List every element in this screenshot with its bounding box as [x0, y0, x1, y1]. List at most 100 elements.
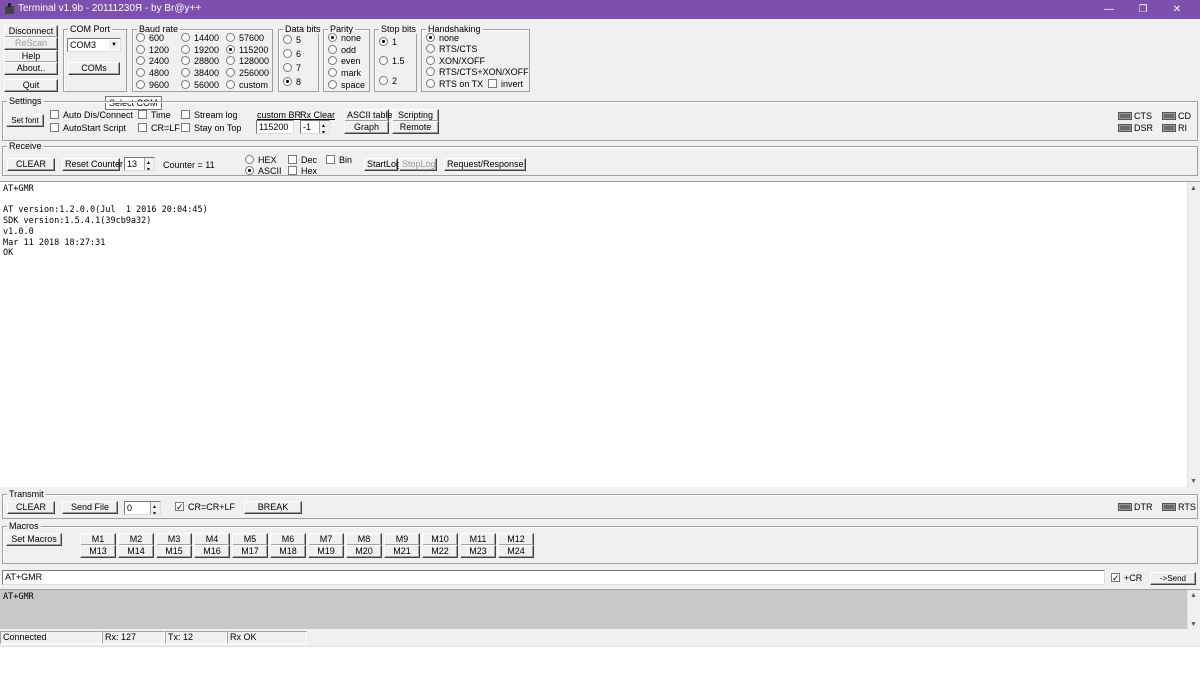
send-file-button[interactable]: Send File: [62, 501, 118, 514]
autostart-script-checkbox[interactable]: AutoStart Script: [50, 123, 126, 133]
stay-on-top-checkbox[interactable]: Stay on Top: [181, 123, 241, 133]
startlog-button[interactable]: StartLog: [364, 158, 401, 171]
hex-radio[interactable]: HEX: [245, 155, 277, 165]
set-font-button[interactable]: Set font: [6, 114, 44, 127]
cr-crlf-checkbox[interactable]: CR=CR+LF: [175, 502, 235, 512]
baud-56000[interactable]: 56000: [181, 80, 219, 90]
macro-button-m20[interactable]: M20: [346, 545, 382, 558]
ascii-radio[interactable]: ASCII: [245, 166, 282, 176]
receive-clear-button[interactable]: CLEAR: [7, 158, 55, 171]
macro-button-m19[interactable]: M19: [308, 545, 344, 558]
command-input[interactable]: AT+GMR: [2, 570, 1105, 585]
macro-button-m15[interactable]: M15: [156, 545, 192, 558]
invert-checkbox[interactable]: invert: [488, 79, 523, 89]
parity-space[interactable]: space: [328, 80, 365, 90]
cr-lf-checkbox[interactable]: CR=LF: [138, 123, 180, 133]
stopbits-2[interactable]: 2: [379, 76, 397, 86]
handshake-none[interactable]: none: [426, 33, 459, 43]
macro-button-m16[interactable]: M16: [194, 545, 230, 558]
radio-selected-icon: [245, 166, 254, 175]
baud-38400[interactable]: 38400: [181, 68, 219, 78]
chevron-down-icon[interactable]: ▼: [109, 40, 119, 50]
graph-button[interactable]: Graph: [344, 121, 389, 134]
spinner-arrows-icon[interactable]: [144, 158, 154, 170]
baud-14400[interactable]: 14400: [181, 33, 219, 43]
macro-button-m24[interactable]: M24: [498, 545, 534, 558]
macro-button-m13[interactable]: M13: [80, 545, 116, 558]
baud-19200[interactable]: 19200: [181, 45, 219, 55]
baud-4800[interactable]: 4800: [136, 68, 169, 78]
auto-dis-connect-checkbox[interactable]: Auto Dis/Connect: [50, 110, 133, 120]
macro-button-m23[interactable]: M23: [460, 545, 496, 558]
com-port-select[interactable]: COM3 ▼: [67, 38, 121, 52]
handshake-rts-cts[interactable]: RTS/CTS: [426, 44, 477, 54]
scroll-up-icon[interactable]: ▲: [1190, 185, 1197, 192]
macro-button-m18[interactable]: M18: [270, 545, 306, 558]
macro-button-m17[interactable]: M17: [232, 545, 268, 558]
stoplog-button[interactable]: StopLog: [399, 158, 437, 171]
databits-7[interactable]: 7: [283, 63, 301, 73]
close-button[interactable]: ✕: [1160, 0, 1194, 19]
parity-mark[interactable]: mark: [328, 68, 361, 78]
receive-scrollbar[interactable]: ▲ ▼: [1187, 182, 1200, 488]
handshake-xon-xoff[interactable]: XON/XOFF: [426, 56, 485, 66]
databits-5[interactable]: 5: [283, 35, 301, 45]
transmit-spinner[interactable]: 0: [124, 501, 161, 515]
spinner-arrows-icon[interactable]: [319, 121, 329, 133]
coms-button[interactable]: COMs: [68, 62, 120, 75]
baud-115200[interactable]: 115200: [226, 45, 268, 55]
parity-none[interactable]: none: [328, 33, 361, 43]
bin-checkbox[interactable]: Bin: [326, 155, 352, 165]
baud-128000[interactable]: 128000: [226, 56, 269, 66]
minimize-button[interactable]: —: [1092, 0, 1126, 19]
rts-indicator[interactable]: RTS: [1162, 502, 1196, 512]
macro-button-m21[interactable]: M21: [384, 545, 420, 558]
reset-counter-button[interactable]: Reset Counter: [62, 158, 123, 171]
baud-256000[interactable]: 256000: [226, 68, 269, 78]
stopbits-1-5[interactable]: 1.5: [379, 56, 405, 66]
scroll-down-icon[interactable]: ▼: [1190, 621, 1197, 628]
sent-scrollbar[interactable]: ▲ ▼: [1187, 590, 1200, 630]
about-button[interactable]: About..: [4, 62, 58, 75]
set-macros-button[interactable]: Set Macros: [6, 533, 62, 546]
databits-label: 7: [296, 63, 302, 73]
baud-28800[interactable]: 28800: [181, 56, 219, 66]
databits-6[interactable]: 6: [283, 49, 301, 59]
counter-spinner[interactable]: 13: [124, 157, 155, 171]
quit-button[interactable]: Quit: [4, 79, 58, 92]
baud-600[interactable]: 600: [136, 33, 164, 43]
baud-57600[interactable]: 57600: [226, 33, 264, 43]
time-checkbox[interactable]: Time: [138, 110, 171, 120]
baud-2400[interactable]: 2400: [136, 56, 169, 66]
parity-odd[interactable]: odd: [328, 45, 356, 55]
custom-br-input[interactable]: 115200: [256, 120, 294, 134]
dtr-indicator[interactable]: DTR: [1118, 502, 1153, 512]
baud-1200[interactable]: 1200: [136, 45, 169, 55]
stream-log-checkbox[interactable]: Stream log: [181, 110, 238, 120]
sent-log-area[interactable]: AT+GMR ▲ ▼: [0, 589, 1200, 630]
receive-log-area[interactable]: AT+GMR AT version:1.2.0.0(Jul 1 2016 20:…: [0, 181, 1200, 488]
scroll-up-icon[interactable]: ▲: [1190, 592, 1197, 599]
dec-checkbox[interactable]: Dec: [288, 155, 317, 165]
spinner-arrows-icon[interactable]: [150, 502, 160, 514]
plus-cr-checkbox[interactable]: +CR: [1111, 573, 1142, 583]
request-response-button[interactable]: Request/Response: [444, 158, 526, 171]
parity-even[interactable]: even: [328, 56, 361, 66]
stopbits-1[interactable]: 1: [379, 37, 397, 47]
baud-9600[interactable]: 9600: [136, 80, 169, 90]
transmit-clear-button[interactable]: CLEAR: [7, 501, 55, 514]
rescan-button[interactable]: ReScan: [4, 37, 58, 50]
databits-8[interactable]: 8: [283, 77, 301, 87]
rx-clear-spinner[interactable]: -1: [300, 120, 330, 134]
scroll-down-icon[interactable]: ▼: [1190, 478, 1197, 485]
remote-button[interactable]: Remote: [392, 121, 439, 134]
hex-checkbox[interactable]: Hex: [288, 166, 317, 176]
handshake-rts-cts-xon-xoff[interactable]: RTS/CTS+XON/XOFF: [426, 67, 529, 77]
send-button[interactable]: ->Send: [1150, 572, 1196, 585]
restore-button[interactable]: ❐: [1126, 0, 1160, 19]
macro-button-m22[interactable]: M22: [422, 545, 458, 558]
macro-button-m14[interactable]: M14: [118, 545, 154, 558]
break-button[interactable]: BREAK: [244, 501, 302, 514]
handshake-rts-on-tx[interactable]: RTS on TX: [426, 79, 483, 89]
baud-custom[interactable]: custom: [226, 80, 268, 90]
